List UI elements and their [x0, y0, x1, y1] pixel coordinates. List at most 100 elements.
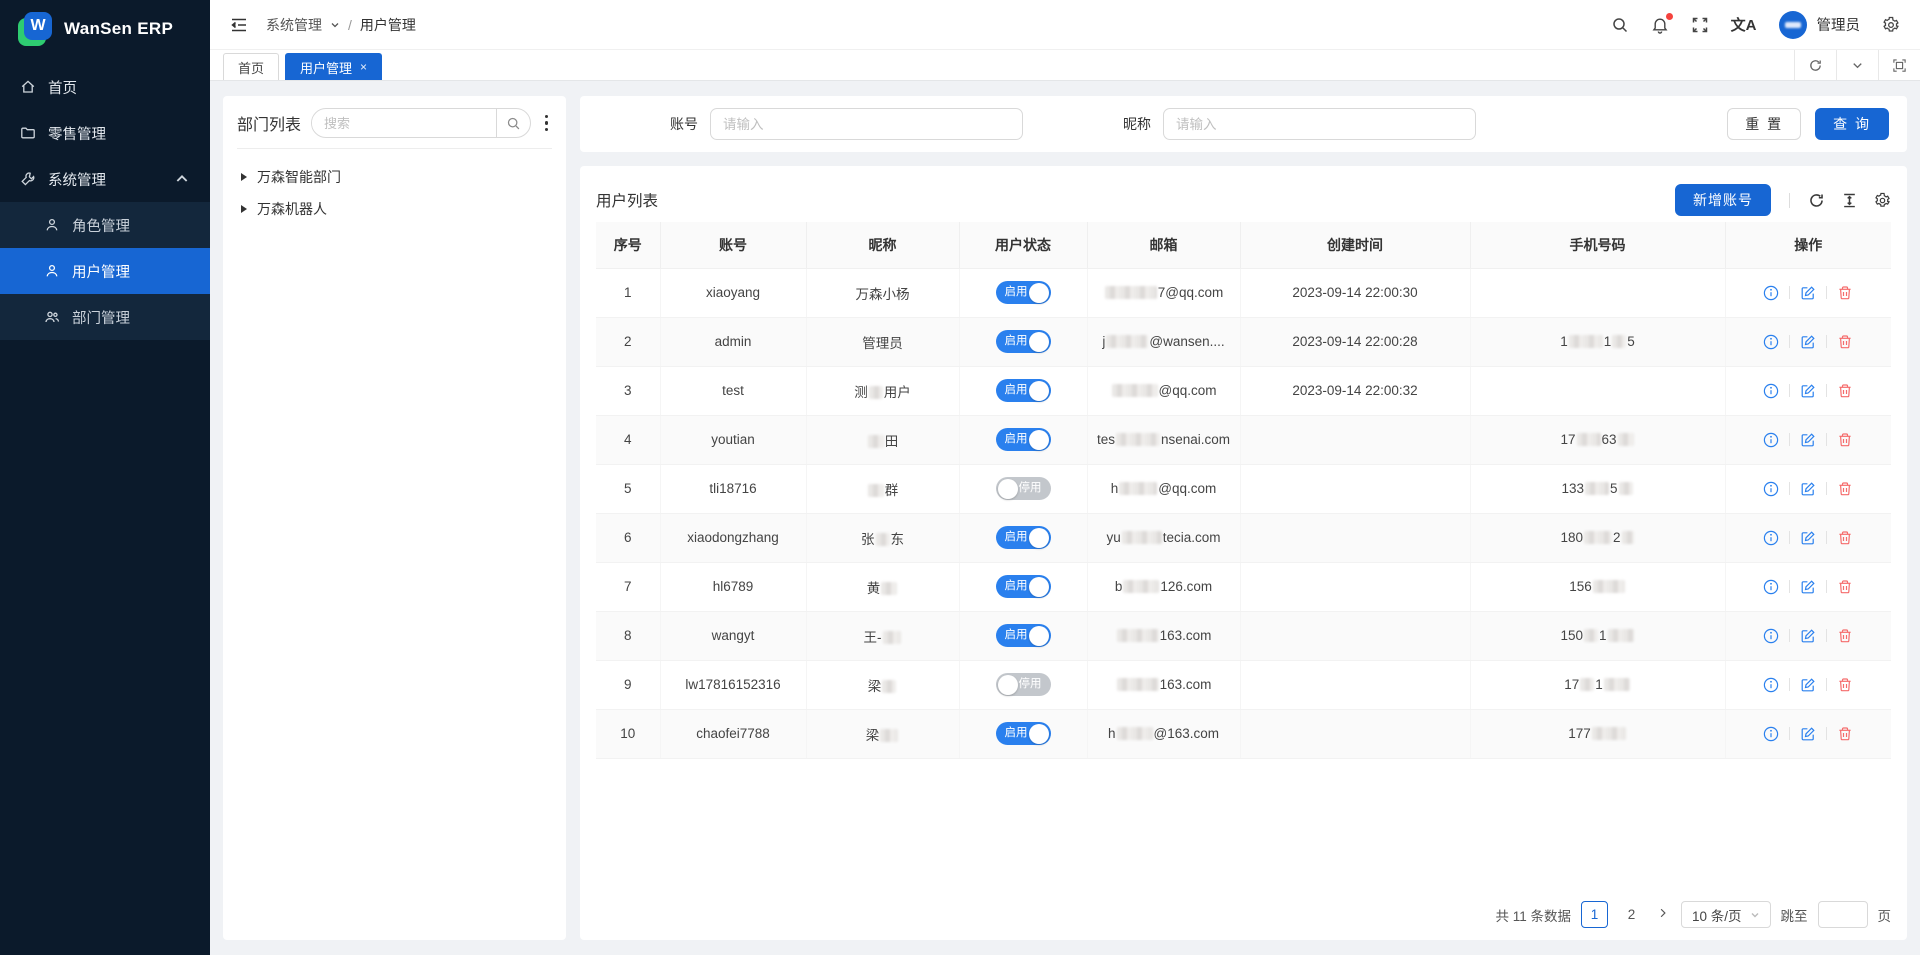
search-icon[interactable]: [1611, 16, 1629, 34]
sidebar-item-departments[interactable]: 部门管理: [0, 294, 210, 340]
delete-icon[interactable]: [1837, 530, 1853, 546]
status-toggle[interactable]: 启用: [996, 428, 1051, 451]
tabs-dropdown-icon[interactable]: [1836, 50, 1878, 80]
page-size-select[interactable]: 10 条/页: [1681, 901, 1771, 928]
sidebar-item-label: 用户管理: [72, 261, 130, 282]
breadcrumb-separator: /: [348, 17, 352, 33]
refresh-table-icon[interactable]: [1808, 192, 1825, 209]
tree-node-wansen-smart[interactable]: 万森智能部门: [237, 161, 552, 193]
collapse-sidebar-icon[interactable]: [230, 16, 248, 34]
fullscreen-icon[interactable]: [1691, 16, 1709, 34]
cell-actions: [1725, 366, 1891, 415]
user-icon: [44, 217, 60, 233]
cell-index: 10: [596, 709, 660, 758]
cell-status: 启用: [959, 415, 1087, 464]
edit-icon[interactable]: [1800, 530, 1816, 546]
add-account-button[interactable]: 新增账号: [1675, 184, 1771, 216]
detail-info-icon[interactable]: [1763, 726, 1779, 742]
cell-phone: 1335: [1470, 464, 1725, 513]
settings-gear-icon[interactable]: [1882, 16, 1900, 34]
cell-account: lw17816152316: [660, 660, 806, 709]
status-toggle[interactable]: 停用: [996, 673, 1051, 696]
status-toggle[interactable]: 停用: [996, 477, 1051, 500]
edit-icon[interactable]: [1800, 334, 1816, 350]
page-button-1[interactable]: 1: [1581, 901, 1608, 928]
page-button-2[interactable]: 2: [1618, 901, 1645, 928]
tab-user-management[interactable]: 用户管理 ×: [285, 53, 382, 80]
cell-status: 启用: [959, 317, 1087, 366]
delete-icon[interactable]: [1837, 726, 1853, 742]
status-toggle[interactable]: 启用: [996, 281, 1051, 304]
table-header-row: 序号 账号 昵称 用户状态 邮箱 创建时间 手机号码 操作: [596, 222, 1891, 268]
edit-icon[interactable]: [1800, 383, 1816, 399]
cell-index: 3: [596, 366, 660, 415]
sidebar-item-home[interactable]: 首页: [0, 64, 210, 110]
close-tab-icon[interactable]: ×: [360, 60, 367, 74]
department-more-icon[interactable]: [541, 113, 553, 134]
status-toggle[interactable]: 启用: [996, 624, 1051, 647]
sidebar-item-roles[interactable]: 角色管理: [0, 202, 210, 248]
detail-info-icon[interactable]: [1763, 334, 1779, 350]
delete-icon[interactable]: [1837, 677, 1853, 693]
account-input[interactable]: [710, 108, 1023, 140]
status-toggle[interactable]: 启用: [996, 575, 1051, 598]
table-settings-gear-icon[interactable]: [1874, 192, 1891, 209]
department-search-icon[interactable]: [496, 109, 530, 137]
delete-icon[interactable]: [1837, 432, 1853, 448]
content-fullscreen-icon[interactable]: [1878, 50, 1920, 80]
row-density-icon[interactable]: [1841, 192, 1858, 209]
tab-label: 用户管理: [300, 58, 352, 77]
delete-icon[interactable]: [1837, 481, 1853, 497]
edit-icon[interactable]: [1800, 726, 1816, 742]
sidebar-submenu-system: 角色管理 用户管理 部门管理: [0, 202, 210, 340]
department-search-input[interactable]: [312, 116, 495, 131]
detail-info-icon[interactable]: [1763, 530, 1779, 546]
delete-icon[interactable]: [1837, 334, 1853, 350]
tree-node-wansen-robot[interactable]: 万森机器人: [237, 193, 552, 225]
tab-home[interactable]: 首页: [223, 53, 279, 80]
app-logo[interactable]: W WanSen ERP: [0, 0, 210, 58]
table-row: 6xiaodongzhang张东启用yutecia.com1802: [596, 513, 1891, 562]
detail-info-icon[interactable]: [1763, 432, 1779, 448]
edit-icon[interactable]: [1800, 628, 1816, 644]
reset-button[interactable]: 重 置: [1727, 108, 1801, 140]
next-page-icon[interactable]: [1655, 907, 1671, 922]
language-icon[interactable]: 文A: [1731, 14, 1757, 35]
sidebar-item-users[interactable]: 用户管理: [0, 248, 210, 294]
nickname-input[interactable]: [1163, 108, 1476, 140]
delete-icon[interactable]: [1837, 579, 1853, 595]
breadcrumb-parent[interactable]: 系统管理: [266, 15, 322, 35]
sidebar-item-retail[interactable]: 零售管理: [0, 110, 210, 156]
status-toggle[interactable]: 启用: [996, 526, 1051, 549]
status-toggle[interactable]: 启用: [996, 330, 1051, 353]
refresh-page-icon[interactable]: [1794, 50, 1836, 80]
edit-icon[interactable]: [1800, 677, 1816, 693]
cell-email: @qq.com: [1087, 366, 1240, 415]
tree-expand-icon[interactable]: [241, 173, 247, 181]
detail-info-icon[interactable]: [1763, 481, 1779, 497]
sidebar-item-system[interactable]: 系统管理: [0, 156, 210, 202]
avatar[interactable]: [1779, 11, 1807, 39]
delete-icon[interactable]: [1837, 383, 1853, 399]
status-toggle[interactable]: 启用: [996, 722, 1051, 745]
table-row: 10chaofei7788梁启用h@163.com177: [596, 709, 1891, 758]
detail-info-icon[interactable]: [1763, 628, 1779, 644]
detail-info-icon[interactable]: [1763, 383, 1779, 399]
detail-info-icon[interactable]: [1763, 579, 1779, 595]
edit-icon[interactable]: [1800, 579, 1816, 595]
jump-page-input[interactable]: [1818, 901, 1868, 928]
cell-created: [1240, 660, 1470, 709]
notification-bell-icon[interactable]: [1651, 16, 1669, 34]
tree-expand-icon[interactable]: [241, 205, 247, 213]
edit-icon[interactable]: [1800, 432, 1816, 448]
user-icon: [44, 263, 60, 279]
detail-info-icon[interactable]: [1763, 677, 1779, 693]
edit-icon[interactable]: [1800, 285, 1816, 301]
user-name[interactable]: 管理员: [1817, 14, 1861, 35]
status-toggle[interactable]: 启用: [996, 379, 1051, 402]
edit-icon[interactable]: [1800, 481, 1816, 497]
delete-icon[interactable]: [1837, 285, 1853, 301]
detail-info-icon[interactable]: [1763, 285, 1779, 301]
delete-icon[interactable]: [1837, 628, 1853, 644]
query-button[interactable]: 查 询: [1815, 108, 1889, 140]
